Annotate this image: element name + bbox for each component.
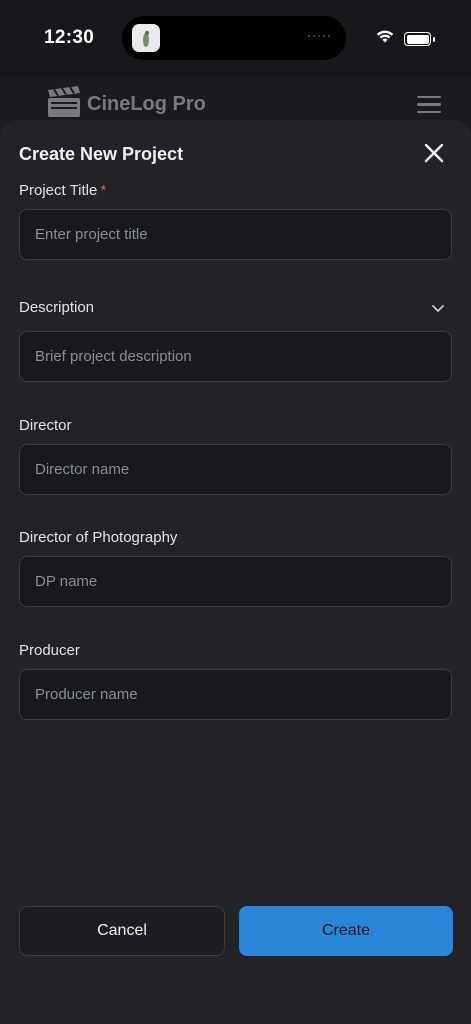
status-bar: 12:30 ····· xyxy=(0,0,471,78)
producer-input[interactable] xyxy=(19,669,452,720)
status-time: 12:30 xyxy=(44,27,95,48)
wifi-icon xyxy=(375,29,395,49)
director-label: Director xyxy=(19,417,72,434)
dp-label: Director of Photography xyxy=(19,529,178,546)
create-button[interactable]: Create xyxy=(239,906,453,956)
clapperboard-icon xyxy=(47,86,81,123)
project-title-input[interactable] xyxy=(19,209,452,260)
app-logo: CineLog Pro xyxy=(47,86,206,123)
dp-input[interactable] xyxy=(19,556,452,607)
dynamic-island[interactable]: ····· xyxy=(122,16,346,60)
producer-label: Producer xyxy=(19,642,80,659)
description-label: Description xyxy=(19,299,95,316)
create-project-modal: Create New Project Project Title* Descri… xyxy=(0,120,471,1024)
island-indicator: ····· xyxy=(307,28,332,42)
modal-title: Create New Project xyxy=(19,144,184,164)
project-title-label: Project Title * xyxy=(19,182,107,199)
battery-tip xyxy=(433,36,435,42)
hamburger-menu-icon[interactable] xyxy=(417,96,441,114)
battery-icon xyxy=(404,32,435,46)
status-icons xyxy=(375,29,435,49)
description-input[interactable] xyxy=(19,331,452,382)
battery-level xyxy=(406,34,429,44)
chevron-down-icon[interactable] xyxy=(431,301,445,315)
cancel-button[interactable]: Cancel xyxy=(19,906,225,956)
close-icon[interactable] xyxy=(423,142,445,164)
director-input[interactable] xyxy=(19,444,452,495)
app-title: CineLog Pro xyxy=(87,93,206,115)
screen: 12:30 ····· CineLog Pro Create New Proje… xyxy=(0,0,471,1024)
now-playing-app-icon xyxy=(132,24,160,52)
required-mark: * xyxy=(100,182,107,199)
